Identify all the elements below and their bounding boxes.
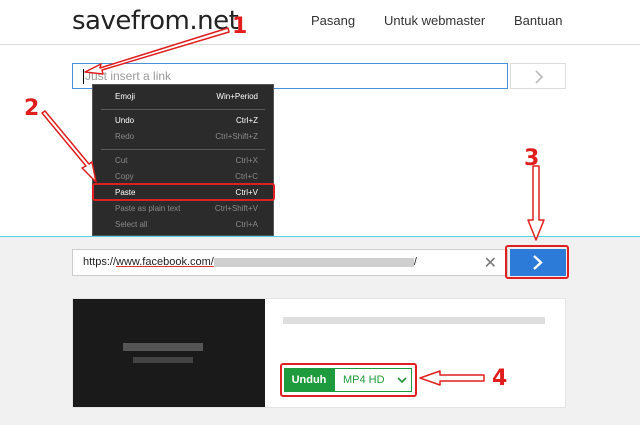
- submit-button-inactive[interactable]: [510, 63, 566, 89]
- section-divider: [0, 236, 640, 237]
- download-button[interactable]: Unduh: [284, 368, 334, 392]
- site-logo[interactable]: savefrom.net: [72, 6, 239, 36]
- step-number-1: 1: [232, 14, 248, 39]
- site-header: savefrom.net Pasang Untuk webmaster Bant…: [0, 0, 640, 45]
- context-menu: Emoji Win+Period Undo Ctrl+Z Redo Ctrl+Shif…: [92, 84, 274, 236]
- menu-item-select-all: Select all Ctrl+A: [115, 220, 258, 229]
- chevron-down-icon: [397, 377, 407, 384]
- nav-link-webmaster[interactable]: Untuk webmaster: [384, 13, 485, 28]
- blurred-url-segment: [213, 257, 414, 267]
- menu-item-emoji[interactable]: Emoji Win+Period: [93, 89, 273, 105]
- menu-item-cut: Cut Ctrl+X: [115, 156, 258, 165]
- nav-link-bantuan[interactable]: Bantuan: [514, 13, 562, 28]
- thumbnail-blur: [133, 357, 193, 363]
- menu-item-paste-plain: Paste as plain text Ctrl+Shift+V: [115, 204, 258, 213]
- nav-link-pasang[interactable]: Pasang: [311, 13, 355, 28]
- clear-icon[interactable]: ✕: [484, 253, 497, 273]
- menu-separator: [101, 109, 265, 110]
- paste-highlight-box: [92, 183, 275, 201]
- step-number-4: 4: [492, 366, 508, 391]
- chevron-right-icon: [535, 70, 544, 84]
- format-select[interactable]: MP4 HD: [334, 368, 412, 392]
- format-label: MP4 HD: [343, 374, 385, 386]
- url-input-value: https://www.facebook.com//: [83, 256, 417, 268]
- menu-item-redo: Redo Ctrl+Shift+Z: [115, 132, 258, 141]
- step-number-3: 3: [524, 146, 540, 171]
- video-thumbnail: [73, 299, 265, 407]
- thumbnail-blur: [123, 343, 203, 351]
- menu-item-undo[interactable]: Undo Ctrl+Z: [93, 113, 273, 129]
- url-input-placeholder: Just insert a link: [85, 69, 172, 83]
- text-caret: [83, 69, 84, 84]
- step-number-2: 2: [24, 96, 40, 121]
- url-input-filled[interactable]: https://www.facebook.com// ✕: [72, 249, 508, 276]
- blurred-video-title: [283, 317, 545, 324]
- submit-highlight-box: [505, 245, 569, 279]
- menu-separator: [101, 149, 265, 150]
